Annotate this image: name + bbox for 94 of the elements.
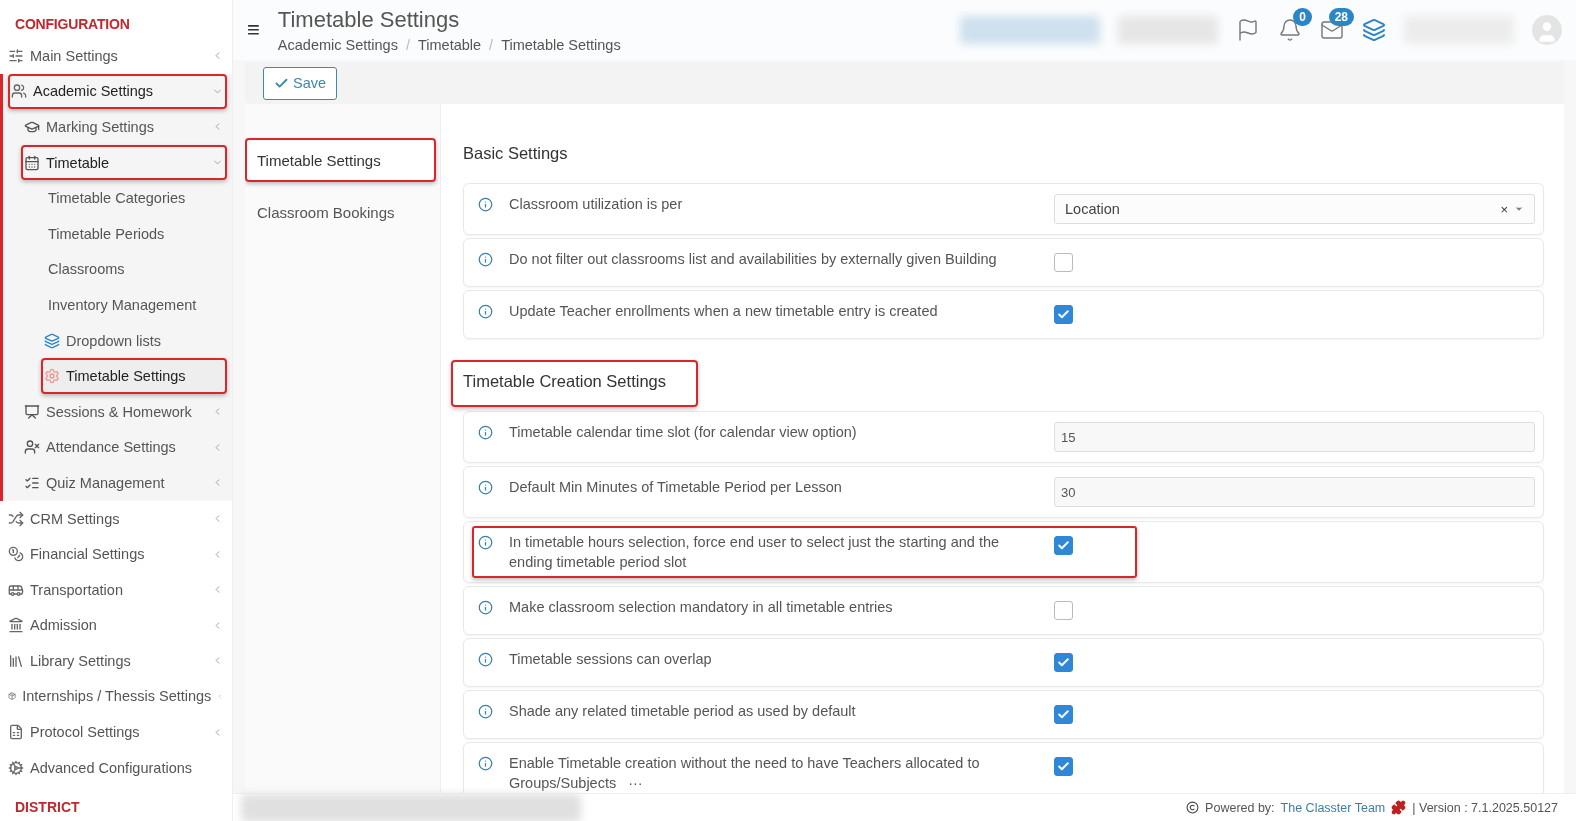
presentation-icon	[24, 403, 40, 420]
info-icon[interactable]	[478, 704, 493, 719]
sidebar-item[interactable]: Admission	[5, 607, 227, 644]
save-button[interactable]: Save	[263, 66, 338, 100]
tab[interactable]: Classroom Bookings	[245, 190, 440, 234]
sidebar-item[interactable]: Sessions & Homework	[21, 393, 227, 430]
setting-label: Default Min Minutes of Timetable Period per Lesson	[509, 478, 843, 497]
breadcrumb-separator: /	[405, 37, 410, 53]
select-field[interactable]: Location ×	[1054, 194, 1535, 224]
setting-label: Timetable calendar time slot (for calendar view option)	[509, 423, 858, 442]
clear-button[interactable]: ×	[1500, 201, 1508, 217]
info-icon[interactable]	[478, 600, 493, 615]
setting-label: Make classroom selection mandatory in all timetable entries	[509, 598, 894, 617]
sidebar-item[interactable]: Internships / Thessis Settings	[5, 678, 227, 715]
setting-label: In timetable hours selection, force end user to select just the starting and the ending timetable period slot	[509, 533, 1001, 572]
setting-label: Update Teacher enrollments when a new timetable entry is created	[509, 302, 939, 321]
breadcrumb-link[interactable]: Timetable Settings	[501, 37, 621, 53]
sidebar-item[interactable]: Inventory Management	[45, 287, 227, 323]
sidebar-item[interactable]: Timetable Periods	[45, 215, 227, 252]
setting-label: Do not filter out classrooms list and availabilities by externally given Building	[509, 250, 998, 269]
input-field[interactable]: 30	[1054, 477, 1535, 507]
team-link[interactable]: The Classter Team	[1280, 800, 1386, 815]
notification-badge: 0	[1293, 8, 1312, 26]
calendar-icon	[24, 154, 40, 171]
sidebar-item[interactable]: Timetable	[21, 144, 227, 181]
section-title: Basic Settings	[462, 143, 569, 164]
settings-icon	[44, 368, 60, 385]
graduation-cap-icon	[24, 119, 40, 135]
breadcrumb-link[interactable]: Academic Settings	[277, 37, 398, 53]
sidebar-item[interactable]: Transportation	[5, 571, 227, 608]
info-icon[interactable]	[478, 425, 493, 440]
check-icon	[1057, 708, 1070, 721]
menu-button[interactable]: ≡	[247, 17, 260, 43]
layers-icon	[44, 332, 60, 349]
checkbox[interactable]	[1054, 757, 1073, 776]
check-icon	[1057, 308, 1070, 321]
sidebar-item[interactable]: Academic Settings	[8, 73, 227, 110]
checkbox[interactable]	[1054, 601, 1073, 620]
people-icon	[11, 83, 27, 100]
sidebar-item[interactable]: Advanced Configurations	[5, 749, 227, 786]
version-text: | Version : 7.1.2025.50127	[1412, 800, 1558, 815]
checkbox[interactable]	[1054, 305, 1073, 324]
sidebar-item[interactable]: Financial Settings	[5, 536, 227, 572]
sidebar-heading: DISTRICT	[14, 798, 81, 816]
landmark-icon	[8, 617, 24, 634]
setting-label: Shade any related timetable period as used by default	[509, 702, 857, 721]
spreadsheet-icon	[8, 724, 24, 741]
breadcrumb-separator: /	[489, 37, 494, 53]
sidebar-item[interactable]: CRM Settings	[5, 500, 227, 537]
check-icon	[1057, 539, 1070, 552]
sidebar-item[interactable]: Dropdown lists	[41, 322, 227, 359]
sidebar-item[interactable]: Timetable Categories	[45, 180, 227, 216]
info-icon[interactable]	[478, 535, 493, 550]
setting-label: Enable Timetable creation without the need to have Teachers allocated to Groups/Subjects ···	[509, 754, 981, 793]
shuffle-icon	[8, 510, 24, 527]
copyright-icon	[1186, 801, 1200, 814]
input-field[interactable]: 15	[1054, 422, 1535, 452]
puzzle-icon	[1391, 800, 1407, 815]
sidebar-item[interactable]: Main Settings	[5, 38, 227, 74]
tab[interactable]: Timetable Settings	[245, 138, 436, 182]
books-icon	[8, 652, 24, 669]
info-icon[interactable]	[478, 652, 493, 667]
sidebar-item[interactable]: Timetable Settings	[41, 358, 227, 394]
user-icon	[24, 439, 40, 456]
check-icon	[1057, 760, 1070, 773]
info-icon[interactable]	[478, 252, 493, 267]
sidebar-item[interactable]: Library Settings	[5, 643, 227, 679]
sidebar-item[interactable]: Protocol Settings	[5, 714, 227, 750]
section-title: Timetable Creation Settings	[451, 360, 698, 407]
flag-icon[interactable]	[1236, 18, 1260, 42]
message-badge: 28	[1328, 8, 1354, 26]
info-icon[interactable]	[478, 304, 493, 319]
powered-by-text: Powered by:	[1205, 800, 1275, 815]
setting-label: Timetable sessions can overlap	[509, 650, 713, 669]
page-title: Timetable Settings	[277, 7, 461, 33]
check-icon	[1057, 656, 1070, 669]
checkbox[interactable]	[1054, 705, 1073, 724]
info-icon[interactable]	[478, 480, 493, 495]
breadcrumb-link[interactable]: Timetable	[417, 37, 482, 53]
setting-label: Classroom utilization is per	[509, 195, 684, 214]
sliders-icon	[8, 47, 24, 64]
checkbox[interactable]	[1054, 253, 1073, 272]
more-text[interactable]: ···	[628, 775, 643, 791]
info-icon[interactable]	[478, 197, 493, 212]
sidebar-item[interactable]: Quiz Management	[21, 465, 227, 501]
info-icon[interactable]	[478, 756, 493, 771]
caret-icon[interactable]	[1514, 204, 1524, 214]
sidebar-item[interactable]: Classrooms	[45, 251, 227, 288]
sidebar-item[interactable]: Marking Settings	[21, 109, 227, 145]
sidebar-heading: CONFIGURATION	[14, 16, 131, 34]
checkbox[interactable]	[1054, 536, 1073, 555]
checkbox[interactable]	[1054, 653, 1073, 672]
coins-icon	[8, 546, 24, 563]
sidebar-item[interactable]: Attendance Settings	[21, 429, 227, 466]
